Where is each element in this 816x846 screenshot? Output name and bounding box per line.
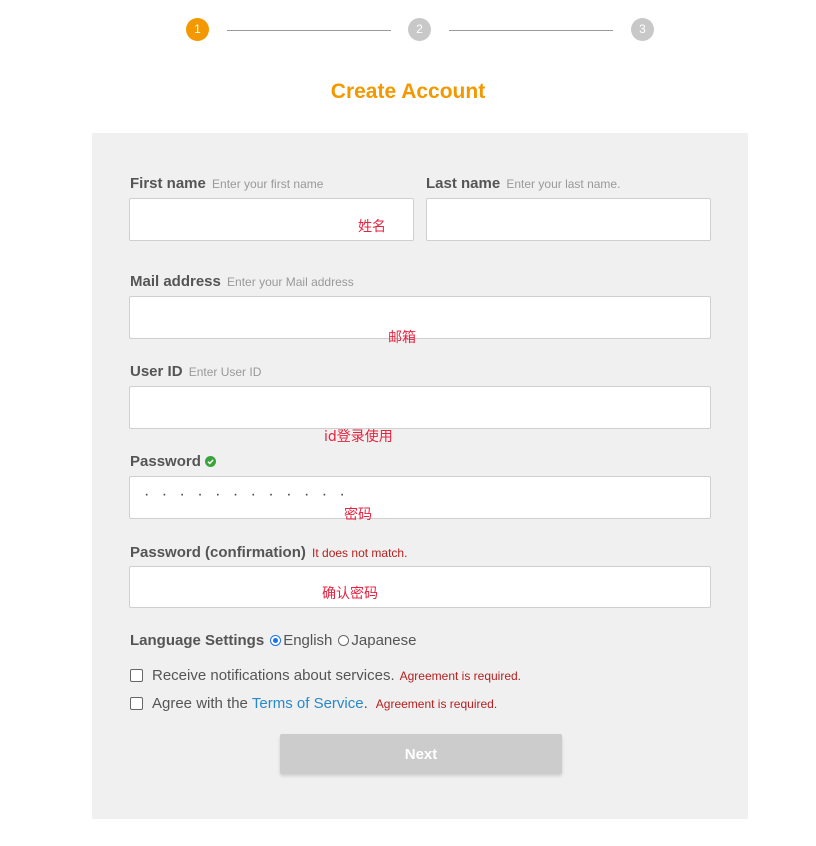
user-id-input[interactable] bbox=[130, 387, 710, 428]
terms-error: Agreement is required. bbox=[375, 696, 498, 711]
radio-english[interactable] bbox=[270, 635, 282, 646]
last-name-hint: Enter your last name. bbox=[506, 177, 621, 191]
last-name-input[interactable] bbox=[427, 199, 710, 240]
radio-japanese[interactable] bbox=[338, 635, 350, 646]
step-1: 1 bbox=[186, 18, 209, 41]
annotation-user-id: id登录使用 bbox=[324, 429, 393, 445]
last-name-field[interactable] bbox=[426, 198, 711, 241]
step-3: 3 bbox=[631, 18, 654, 41]
password-confirm-label: Password (confirmation) It does not matc… bbox=[130, 544, 408, 561]
password-confirm-input[interactable] bbox=[130, 567, 710, 607]
radio-english-label[interactable]: English bbox=[283, 632, 332, 649]
mail-field[interactable] bbox=[129, 296, 711, 339]
password-mismatch-error: It does not match. bbox=[312, 546, 408, 560]
first-name-hint: Enter your first name bbox=[212, 177, 324, 191]
terms-suffix: . bbox=[363, 695, 368, 712]
terms-of-service-link[interactable]: Terms of Service bbox=[252, 695, 364, 712]
mail-label: Mail address Enter your Mail address bbox=[130, 273, 354, 290]
annotation-first-name: 姓名 bbox=[358, 219, 386, 235]
notifications-label[interactable]: Receive notifications about services. bbox=[152, 667, 395, 684]
check-circle-icon bbox=[205, 455, 217, 469]
progress-stepper: 1 2 3 bbox=[0, 18, 816, 42]
mail-hint: Enter your Mail address bbox=[227, 275, 354, 289]
terms-prefix[interactable]: Agree with the bbox=[152, 695, 248, 712]
terms-checkbox[interactable] bbox=[130, 697, 143, 710]
password-field[interactable]: · · · · · · · · · · · · bbox=[129, 476, 711, 519]
password-confirm-field[interactable] bbox=[129, 566, 711, 608]
notifications-row: Receive notifications about services. Ag… bbox=[130, 667, 521, 684]
annotation-password-confirm: 确认密码 bbox=[322, 586, 378, 602]
last-name-label: Last name Enter your last name. bbox=[426, 175, 621, 192]
password-masked-value: · · · · · · · · · · · · bbox=[144, 486, 349, 503]
user-id-field[interactable] bbox=[129, 386, 711, 429]
notifications-checkbox[interactable] bbox=[130, 669, 143, 682]
mail-input[interactable] bbox=[130, 297, 710, 338]
user-id-label: User ID Enter User ID bbox=[130, 363, 262, 380]
password-label: Password bbox=[130, 453, 217, 470]
radio-japanese-label[interactable]: Japanese bbox=[351, 632, 416, 649]
first-name-label: First name Enter your first name bbox=[130, 175, 324, 192]
next-button[interactable]: Next bbox=[280, 734, 562, 774]
annotation-mail: 邮箱 bbox=[388, 330, 416, 346]
annotation-password: 密码 bbox=[344, 507, 372, 523]
user-id-hint: Enter User ID bbox=[188, 365, 262, 379]
page-title: Create Account bbox=[330, 80, 486, 103]
language-settings: Language Settings English Japanese bbox=[130, 632, 422, 649]
step-2: 2 bbox=[408, 18, 431, 41]
terms-row: Agree with the Terms of Service. Agreeme… bbox=[130, 695, 497, 712]
step-connector bbox=[449, 30, 613, 31]
language-label: Language Settings bbox=[130, 632, 265, 649]
step-connector bbox=[227, 30, 391, 31]
notifications-error: Agreement is required. bbox=[399, 668, 522, 683]
